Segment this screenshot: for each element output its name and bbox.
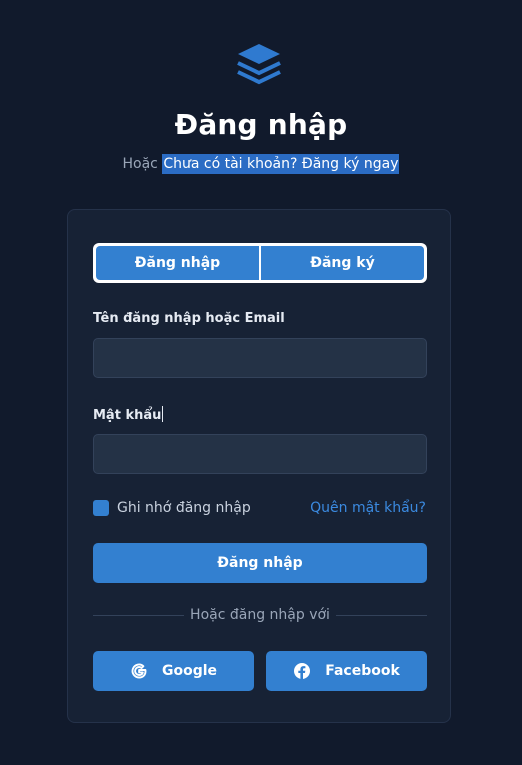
divider-text: Hoặc đăng nhập với: [184, 607, 336, 623]
login-page: Đăng nhập Hoặc Chưa có tài khoản? Đăng k…: [0, 0, 522, 765]
google-login-button[interactable]: Google: [93, 651, 254, 691]
register-link[interactable]: Chưa có tài khoản? Đăng ký ngay: [162, 154, 400, 174]
facebook-label: Facebook: [325, 663, 400, 679]
google-label: Google: [161, 663, 218, 679]
forgot-password-link[interactable]: Quên mật khẩu?: [310, 500, 426, 516]
layers-icon: [237, 44, 281, 85]
login-button[interactable]: Đăng nhập: [93, 543, 427, 583]
subtitle-prefix: Hoặc: [122, 156, 158, 172]
password-label-wrap: Mật khẩu: [93, 406, 164, 423]
password-label: Mật khẩu: [93, 408, 162, 423]
facebook-icon: [294, 663, 311, 679]
text-cursor: [162, 406, 164, 422]
remember-me[interactable]: Ghi nhớ đăng nhập: [93, 500, 251, 516]
remember-checkbox[interactable]: [93, 500, 109, 516]
login-card: Đăng nhập Đăng ký Tên đăng nhập hoặc Ema…: [67, 209, 451, 723]
password-input[interactable]: [93, 434, 427, 474]
google-icon: [131, 663, 147, 679]
facebook-login-button[interactable]: Facebook: [266, 651, 427, 691]
subtitle: Hoặc Chưa có tài khoản? Đăng ký ngay: [0, 154, 522, 174]
divider-text-wrap: Hoặc đăng nhập với: [68, 607, 452, 623]
remember-label: Ghi nhớ đăng nhập: [117, 500, 251, 516]
page-title: Đăng nhập: [174, 108, 348, 141]
tab-register[interactable]: Đăng ký: [261, 246, 424, 280]
tab-switcher: Đăng nhập Đăng ký: [93, 243, 427, 283]
tab-login[interactable]: Đăng nhập: [96, 246, 259, 280]
username-input[interactable]: [93, 338, 427, 378]
username-label: Tên đăng nhập hoặc Email: [93, 311, 285, 326]
